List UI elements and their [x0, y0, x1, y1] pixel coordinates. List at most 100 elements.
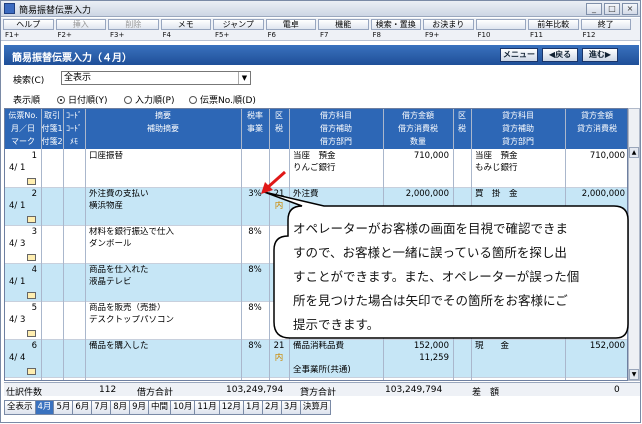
- column-header: 付箋2: [41, 137, 63, 146]
- radio-label: 日付順(Y): [68, 96, 108, 106]
- radio-order-date[interactable]: 日付順(Y): [57, 93, 108, 106]
- fkey-code: F8: [372, 31, 381, 39]
- fkey-5[interactable]: ジャンプ F5+: [213, 19, 264, 40]
- count-label: 仕訳件数: [6, 388, 43, 398]
- column-header: ﾒﾓ: [70, 137, 78, 146]
- scroll-down-icon[interactable]: ▼: [629, 369, 639, 380]
- fkey-label: 削除: [108, 19, 159, 30]
- column-header: マーク: [11, 137, 35, 146]
- menu-button[interactable]: メニュー: [500, 48, 538, 62]
- column-divider: [63, 109, 64, 380]
- column-header: 借方補助: [320, 124, 352, 133]
- tab-month[interactable]: 4月: [35, 400, 55, 415]
- fkey-3[interactable]: 削除 F3+: [108, 19, 159, 40]
- slip-date: 4/ 1: [9, 163, 26, 173]
- column-header: 貸方部門: [502, 137, 534, 146]
- minimize-button[interactable]: _: [586, 3, 602, 15]
- mark-icon[interactable]: [27, 178, 36, 185]
- fkey-code: F7: [320, 31, 329, 39]
- scroll-up-icon[interactable]: ▲: [629, 147, 639, 158]
- close-button[interactable]: ×: [622, 3, 638, 15]
- mark-icon[interactable]: [27, 254, 36, 261]
- tab-month[interactable]: 5月: [54, 400, 74, 415]
- sub-summary: ダンボール: [89, 239, 132, 249]
- form-title: 簡易振替伝票入力（４月）: [12, 53, 132, 64]
- search-select[interactable]: 全表示 ▼: [61, 71, 251, 85]
- fkey-11[interactable]: 前年比較 F11: [528, 19, 579, 40]
- fkey-label: メモ: [160, 19, 211, 30]
- fkey-label: ジャンプ: [213, 19, 264, 30]
- callout-line: すので、お客様と一緒に誤っている箇所を探し出: [293, 245, 567, 260]
- slip-date: 4/ 1: [9, 277, 26, 287]
- fkey-8[interactable]: 検索・置換 F8: [370, 19, 421, 40]
- tab-month[interactable]: 2月: [262, 400, 282, 415]
- fkey-label: 機能: [318, 19, 369, 30]
- form-header: 簡易振替伝票入力（４月） メニュー ◀戻る 進む▶: [4, 45, 639, 65]
- search-select-value: 全表示: [64, 73, 92, 83]
- column-header: 借方科目: [320, 111, 352, 120]
- back-button[interactable]: ◀戻る: [542, 48, 578, 62]
- column-header: 補助摘要: [147, 124, 179, 133]
- tab-month[interactable]: 中間: [149, 400, 172, 415]
- tab-month[interactable]: 10月: [171, 400, 196, 415]
- totals-bar: 仕訳件数 112 借方合計 103,249,794 貸方合計 103,249,7…: [4, 382, 640, 398]
- fkey-6[interactable]: 電卓 F6: [265, 19, 316, 40]
- tab-month[interactable]: 8月: [111, 400, 131, 415]
- fkey-code: F9+: [425, 31, 440, 39]
- debit-amount: 710,000: [413, 151, 449, 161]
- fkey-2[interactable]: 挿入 F2+: [55, 19, 106, 40]
- tab-month[interactable]: 11月: [195, 400, 220, 415]
- next-button[interactable]: 進む▶: [582, 48, 618, 62]
- radio-order-slip[interactable]: 伝票No.順(D): [189, 93, 256, 106]
- fkey-label: 電卓: [265, 19, 316, 30]
- column-header: 貸方消費税: [577, 124, 617, 133]
- tab-month[interactable]: 12月: [219, 400, 245, 415]
- column-header: 貸方科目: [502, 111, 534, 120]
- debit-amount: 152,000: [413, 341, 449, 351]
- tab-month[interactable]: 7月: [92, 400, 112, 415]
- credit-amount: 710,000: [589, 151, 625, 161]
- callout-line: 所を見つけた場合は矢印でその箇所をお客様にご: [293, 293, 568, 308]
- debit-account: 当座 預金: [293, 151, 336, 161]
- mark-icon[interactable]: [27, 330, 36, 337]
- mark-icon[interactable]: [27, 216, 36, 223]
- tab-month[interactable]: 1月: [244, 400, 263, 415]
- fkey-9[interactable]: お決まり F9+: [423, 19, 474, 40]
- fkey-label: 検索・置換: [370, 19, 421, 30]
- column-header: 借方金額: [402, 111, 434, 120]
- debit-account: 備品消耗品費: [293, 341, 345, 351]
- function-key-bar: ヘルプ F1+ 挿入 F2+ 削除 F3+ メモ F4 ジャンプ F5+ 電卓 F6 機能 F7 検索・置換…: [1, 18, 640, 41]
- chevron-down-icon[interactable]: ▼: [238, 72, 250, 84]
- column-header: 貸方金額: [581, 111, 613, 120]
- radio-label: 入力順(P): [135, 96, 175, 106]
- fkey-10[interactable]: F10: [475, 19, 526, 40]
- slip-no: 6: [31, 341, 37, 351]
- maximize-button[interactable]: □: [604, 3, 620, 15]
- fkey-12[interactable]: 終了 F12: [580, 19, 631, 40]
- fkey-code: F1+: [5, 31, 20, 39]
- mark-icon[interactable]: [27, 368, 36, 375]
- column-header: 区: [275, 111, 283, 120]
- tab-month[interactable]: 3月: [281, 400, 301, 415]
- column-divider: [241, 109, 242, 380]
- callout-text: オペレーターがお客様の画面を目視で確認できま すので、お客様と一緒に誤っている箇所…: [293, 217, 623, 337]
- fkey-4[interactable]: メモ F4: [160, 19, 211, 40]
- fkey-label: 挿入: [55, 19, 106, 30]
- tab-month[interactable]: 決算月: [300, 400, 332, 415]
- tab-month[interactable]: 9月: [130, 400, 150, 415]
- column-header: 税: [458, 124, 466, 133]
- fkey-label: 終了: [580, 19, 631, 30]
- summary: 商品を仕入れた: [89, 265, 149, 275]
- fkey-1[interactable]: ヘルプ F1+: [3, 19, 54, 40]
- column-header: 借方消費税: [398, 124, 438, 133]
- tab-month[interactable]: 全表示: [4, 400, 36, 415]
- column-divider: [85, 109, 86, 380]
- app-icon: [4, 3, 15, 14]
- diff-label: 差 額: [472, 388, 500, 398]
- radio-order-entry[interactable]: 入力順(P): [124, 93, 174, 106]
- sub-summary: 横浜物産: [89, 201, 124, 211]
- slip-no: 4: [31, 265, 37, 275]
- tab-month[interactable]: 6月: [73, 400, 93, 415]
- fkey-7[interactable]: 機能 F7: [318, 19, 369, 40]
- mark-icon[interactable]: [27, 292, 36, 299]
